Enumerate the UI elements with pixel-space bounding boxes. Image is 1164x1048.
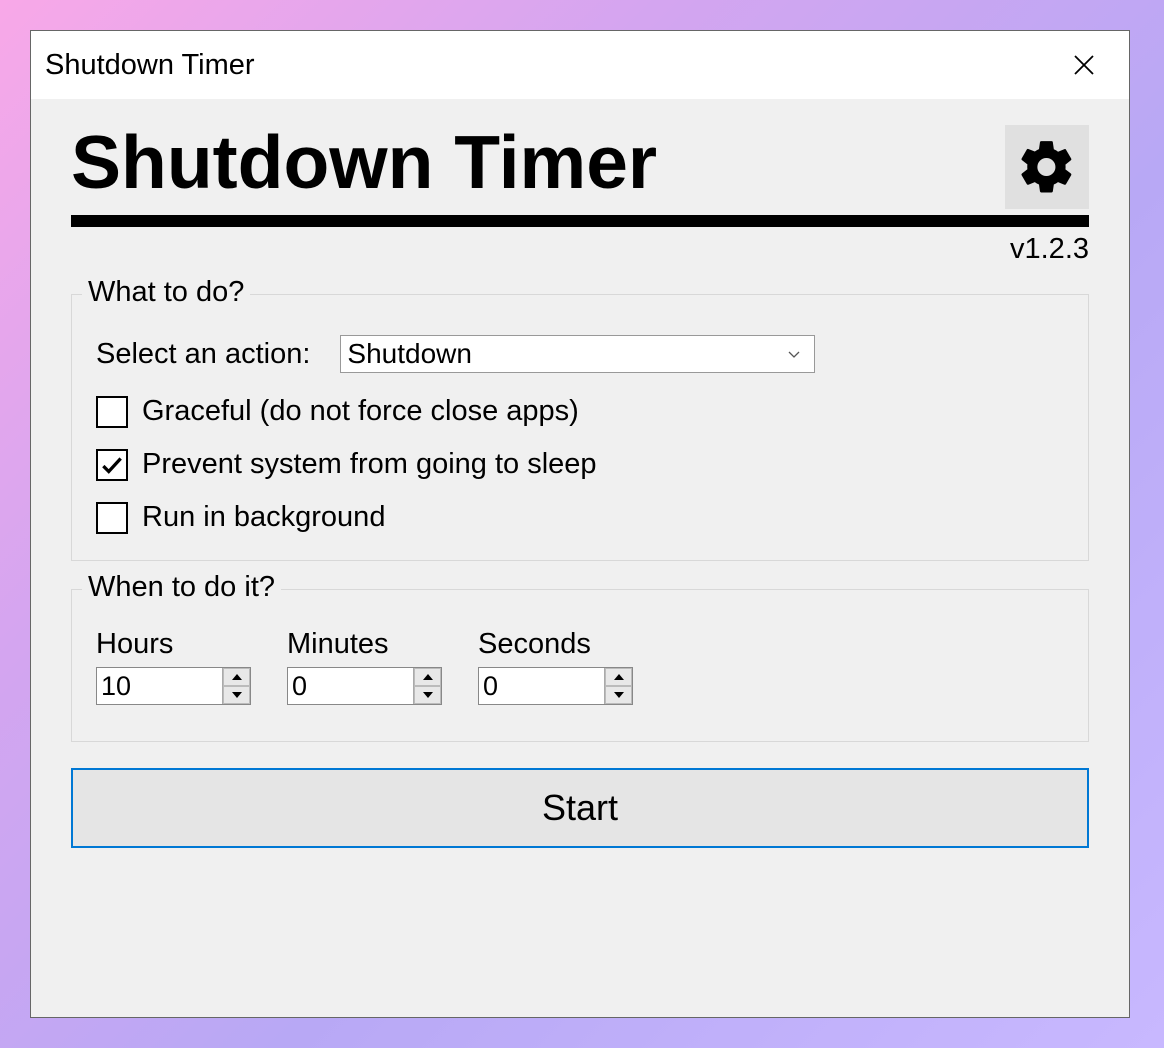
caret-up-icon xyxy=(613,673,625,681)
minutes-spinner-btns xyxy=(413,668,441,704)
when-fieldset: When to do it? Hours Minutes xyxy=(71,589,1089,742)
background-row: Run in background xyxy=(96,501,1068,534)
background-checkbox[interactable] xyxy=(96,502,128,534)
close-button[interactable] xyxy=(1059,40,1109,90)
header-divider xyxy=(71,215,1089,227)
graceful-checkbox[interactable] xyxy=(96,396,128,428)
prevent-sleep-checkbox[interactable] xyxy=(96,449,128,481)
time-row: Hours Minutes xyxy=(96,628,1068,705)
hours-down-button[interactable] xyxy=(223,686,250,704)
caret-down-icon xyxy=(231,691,243,699)
hours-label: Hours xyxy=(96,628,251,661)
background-label: Run in background xyxy=(142,501,385,534)
hours-col: Hours xyxy=(96,628,251,705)
close-icon xyxy=(1072,53,1096,77)
seconds-spinner xyxy=(478,667,633,705)
action-row: Select an action: Shutdown xyxy=(92,335,1068,373)
gear-icon xyxy=(1016,136,1078,198)
settings-button[interactable] xyxy=(1005,125,1089,209)
titlebar: Shutdown Timer xyxy=(31,31,1129,99)
caret-down-icon xyxy=(613,691,625,699)
what-fieldset: What to do? Select an action: Shutdown G… xyxy=(71,294,1089,561)
prevent-sleep-row: Prevent system from going to sleep xyxy=(96,448,1068,481)
action-select-value: Shutdown xyxy=(347,338,472,370)
caret-down-icon xyxy=(422,691,434,699)
version-label: v1.2.3 xyxy=(71,233,1089,266)
seconds-down-button[interactable] xyxy=(605,686,632,704)
minutes-input[interactable] xyxy=(288,668,413,704)
minutes-col: Minutes xyxy=(287,628,442,705)
action-select[interactable]: Shutdown xyxy=(340,335,815,373)
action-label: Select an action: xyxy=(96,338,310,371)
prevent-sleep-label: Prevent system from going to sleep xyxy=(142,448,597,481)
graceful-row: Graceful (do not force close apps) xyxy=(96,395,1068,428)
client-area: Shutdown Timer v1.2.3 What to do? Select… xyxy=(31,99,1129,1017)
seconds-up-button[interactable] xyxy=(605,668,632,686)
header-row: Shutdown Timer xyxy=(71,123,1089,209)
what-legend: What to do? xyxy=(82,276,250,309)
when-legend: When to do it? xyxy=(82,571,281,604)
seconds-input[interactable] xyxy=(479,668,604,704)
hours-spinner-btns xyxy=(222,668,250,704)
hours-spinner xyxy=(96,667,251,705)
minutes-spinner xyxy=(287,667,442,705)
seconds-col: Seconds xyxy=(478,628,633,705)
start-button-label: Start xyxy=(542,787,618,829)
seconds-label: Seconds xyxy=(478,628,633,661)
minutes-down-button[interactable] xyxy=(414,686,441,704)
checkmark-icon xyxy=(99,452,125,478)
app-title: Shutdown Timer xyxy=(71,123,1005,202)
chevron-down-icon xyxy=(786,346,802,362)
window-title: Shutdown Timer xyxy=(45,49,255,82)
caret-up-icon xyxy=(231,673,243,681)
hours-input[interactable] xyxy=(97,668,222,704)
start-button[interactable]: Start xyxy=(71,768,1089,848)
caret-up-icon xyxy=(422,673,434,681)
app-window: Shutdown Timer Shutdown Timer v1.2.3 Wha… xyxy=(30,30,1130,1018)
hours-up-button[interactable] xyxy=(223,668,250,686)
minutes-up-button[interactable] xyxy=(414,668,441,686)
seconds-spinner-btns xyxy=(604,668,632,704)
minutes-label: Minutes xyxy=(287,628,442,661)
graceful-label: Graceful (do not force close apps) xyxy=(142,395,579,428)
